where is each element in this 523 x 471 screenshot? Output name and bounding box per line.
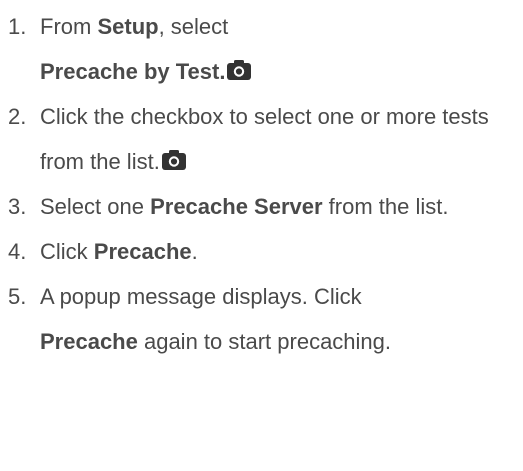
step-number: 3. [8, 194, 27, 219]
step-number: 2. [8, 104, 27, 129]
step-4: 4. Click Precache. [0, 229, 523, 274]
step-text: Click the checkbox to select one or more… [40, 104, 489, 174]
instruction-steps: 1. From Setup, select Precache by Test. … [0, 0, 523, 364]
menu-setup-label: Setup [97, 14, 159, 39]
step-number: 4. [8, 239, 27, 264]
step-text: From [40, 14, 98, 39]
step-text: A popup message displays. Click [40, 284, 362, 309]
precache-button-label: Precache [93, 239, 192, 264]
step-number: 5. [8, 284, 27, 309]
step-2: 2. Click the checkbox to select one or m… [0, 94, 523, 184]
step-text: , select [158, 14, 229, 39]
step-text: Select one [40, 194, 151, 219]
step-1: 1. From Setup, select Precache by Test. [0, 4, 523, 94]
camera-icon[interactable] [227, 60, 252, 80]
precache-button-label: Precache [40, 329, 138, 354]
step-text: again to start precaching. [137, 329, 392, 354]
step-3: 3. Select one Precache Server from the l… [0, 184, 523, 229]
menu-precache-by-test-label: Precache by Test. [40, 59, 226, 84]
step-5: 5. A popup message displays. Click Preca… [0, 274, 523, 364]
step-text: . [191, 239, 198, 264]
step-number: 1. [8, 14, 27, 39]
step-text: from the list. [322, 194, 449, 219]
step-text: Click [40, 239, 94, 264]
camera-icon[interactable] [161, 150, 186, 170]
precache-server-label: Precache Server [150, 194, 323, 219]
